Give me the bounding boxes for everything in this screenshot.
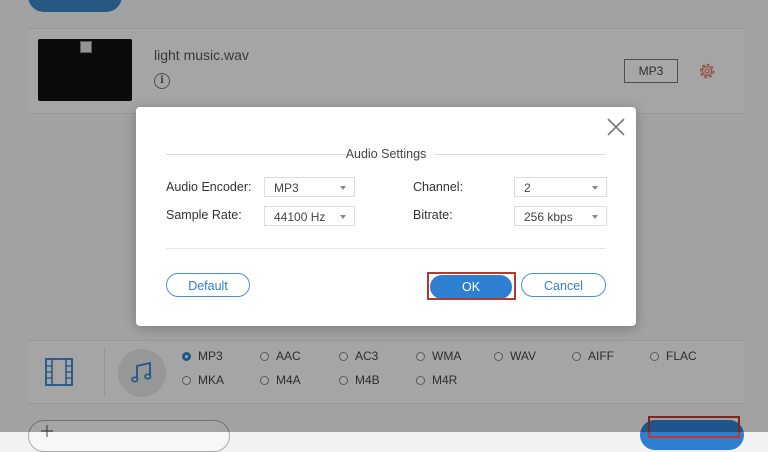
dialog-separator — [166, 248, 606, 249]
chevron-down-icon — [592, 186, 598, 190]
channel-select[interactable]: 2 — [514, 177, 607, 197]
cancel-button[interactable]: Cancel — [521, 273, 606, 297]
sample-rate-label: Sample Rate: — [166, 208, 242, 222]
dialog-title: Audio Settings — [345, 147, 427, 161]
bitrate-select[interactable]: 256 kbps — [514, 206, 607, 226]
audio-settings-dialog: Audio Settings Audio Encoder: MP3 Channe… — [136, 107, 636, 326]
channel-label: Channel: — [413, 180, 464, 194]
ok-highlight — [427, 272, 516, 300]
bitrate-label: Bitrate: — [413, 208, 453, 222]
chevron-down-icon — [340, 215, 346, 219]
close-icon[interactable] — [604, 115, 628, 139]
default-button[interactable]: Default — [166, 273, 250, 297]
sample-rate-select[interactable]: 44100 Hz — [264, 206, 355, 226]
chevron-down-icon — [592, 215, 598, 219]
audio-encoder-select[interactable]: MP3 — [264, 177, 355, 197]
chevron-down-icon — [340, 186, 346, 190]
audio-encoder-label: Audio Encoder: — [166, 180, 252, 194]
